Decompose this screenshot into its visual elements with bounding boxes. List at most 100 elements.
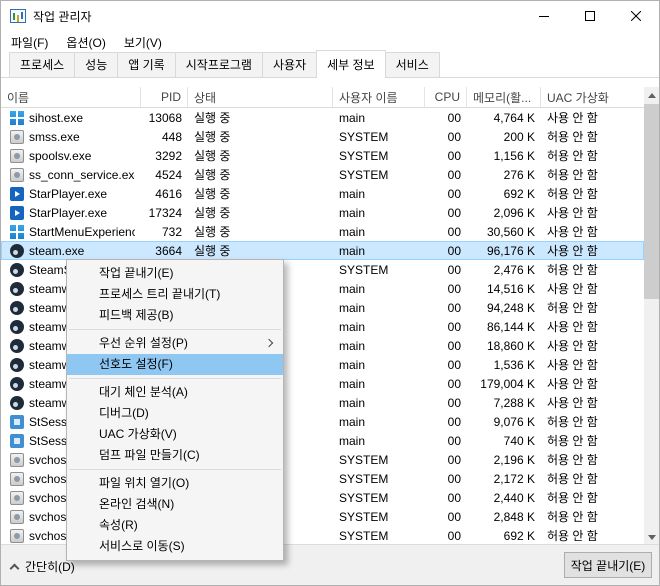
context-menu-item-end-task[interactable]: 작업 끝내기(E) [67,263,283,284]
cell-user: main [339,433,366,448]
cell-status: 실행 중 [194,168,231,182]
context-menu-item-set-priority[interactable]: 우선 순위 설정(P) [67,333,283,354]
cell-cpu: 00 [447,490,461,505]
cell-cpu: 00 [447,433,461,448]
cell-uac: 허용 안 함 [547,434,598,448]
tab-processes[interactable]: 프로세스 [9,52,76,77]
star-process-icon [10,186,24,201]
cell-memory: 1,156 K [493,148,535,163]
cell-cpu: 00 [447,224,461,239]
context-menu-item-debug[interactable]: 디버그(D) [67,403,283,424]
cell-uac: 허용 안 함 [547,529,598,543]
cell-cpu: 00 [447,414,461,429]
context-menu-item-search-online[interactable]: 온라인 검색(N) [67,494,283,515]
context-menu-item-set-affinity[interactable]: 선호도 설정(F) [67,354,283,375]
tab-services[interactable]: 서비스 [384,52,440,77]
process-row-4[interactable]: StarPlayer.exe 4616 실행 중 main 00 692 K 허용 안 함 [1,184,644,203]
cell-uac: 허용 안 함 [547,130,598,144]
menubar-item-options[interactable]: 옵션(O) [57,31,114,54]
column-header-status[interactable]: 상태 [188,87,333,107]
column-header-cpu[interactable]: CPU [425,87,467,107]
menubar-item-view[interactable]: 보기(V) [115,31,171,54]
context-menu-item-end-process-tree[interactable]: 프로세스 트리 끝내기(T) [67,284,283,305]
process-name: svchost [29,490,70,505]
app-process-icon [10,433,24,448]
process-row-1[interactable]: smss.exe 448 실행 중 SYSTEM 00 200 K 허용 안 함 [1,127,644,146]
column-header-user[interactable]: 사용자 이름 [333,87,425,107]
window-title: 작업 관리자 [33,9,92,24]
context-menu-item-create-dump-file[interactable]: 덤프 파일 만들기(C) [67,445,283,466]
process-row-2[interactable]: spoolsv.exe 3292 실행 중 SYSTEM 00 1,156 K 허용 안 함 [1,146,644,165]
process-row-3[interactable]: ss_conn_service.exe 4524 실행 중 SYSTEM 00 276 K… [1,165,644,184]
gear-process-icon [10,167,24,182]
menubar-item-file[interactable]: 파일(F) [2,31,57,54]
tab-details[interactable]: 세부 정보 [316,50,386,78]
cell-pid: 448 [161,129,182,144]
menu-separator [69,329,281,330]
column-header-name[interactable]: 이름 [1,87,141,107]
process-name: StarPlayer.exe [29,205,108,220]
cell-cpu: 00 [447,338,461,353]
column-header-memory[interactable]: 메모리(활... [467,87,541,107]
tab-startup[interactable]: 시작프로그램 [174,52,263,77]
cell-user: main [339,395,366,410]
cell-memory: 2,440 K [493,490,535,505]
process-name: steamw [29,357,71,372]
end-task-button[interactable]: 작업 끝내기(E) [564,552,652,578]
context-menu-item-analyze-wait-chain[interactable]: 대기 체인 분석(A) [67,382,283,403]
steam-process-icon [10,395,24,410]
column-header-uac[interactable]: UAC 가상화 [541,87,644,107]
cell-name: spoolsv.exe [1,148,141,163]
cell-memory: 2,476 K [493,262,535,277]
steam-process-icon [10,376,24,391]
scrollbar-thumb[interactable] [644,104,659,299]
process-name: StSess [29,414,68,429]
gear-process-icon [10,509,24,524]
context-menu: 작업 끝내기(E) 프로세스 트리 끝내기(T) 피드백 제공(B) 우선 순위 설정… [66,259,284,561]
cell-user: SYSTEM [339,509,389,524]
process-name: smss.exe [29,129,80,144]
process-name: sihost.exe [29,110,84,125]
cell-uac: 사용 안 함 [547,358,598,372]
cell-pid: 4616 [155,186,182,201]
cell-pid: 3664 [155,243,182,258]
cell-name: smss.exe [1,129,141,144]
steam-process-icon [10,281,24,296]
context-menu-item-go-to-services[interactable]: 서비스로 이동(S) [67,536,283,557]
cell-memory: 30,560 K [486,224,535,239]
process-row-0[interactable]: sihost.exe 13068 실행 중 main 00 4,764 K 사용 안 함 [1,108,644,127]
process-row-5[interactable]: StarPlayer.exe 17324 실행 중 main 00 2,096 K 사용 안… [1,203,644,222]
maximize-icon [585,11,595,21]
maximize-button[interactable] [567,1,613,31]
tab-users[interactable]: 사용자 [261,52,318,77]
cell-memory: 276 K [503,167,535,182]
close-button[interactable] [613,1,659,31]
context-menu-item-provide-feedback[interactable]: 피드백 제공(B) [67,305,283,326]
cell-cpu: 00 [447,528,461,543]
context-menu-item-open-file-location[interactable]: 파일 위치 열기(O) [67,473,283,494]
process-row-6[interactable]: StartMenuExperienc... 732 실행 중 main 00 30,560… [1,222,644,241]
cell-uac: 허용 안 함 [547,510,598,524]
cell-memory: 179,004 K [480,376,535,391]
column-header-pid[interactable]: PID [141,87,188,107]
process-name: steamw [29,376,71,391]
cell-cpu: 00 [447,186,461,201]
scroll-up-button[interactable] [644,87,659,104]
process-name: svchost [29,471,70,486]
minimize-button[interactable] [521,1,567,31]
cell-user: main [339,243,366,258]
context-menu-item-properties[interactable]: 속성(R) [67,515,283,536]
cell-user: main [339,281,366,296]
tab-performance[interactable]: 성능 [74,52,119,77]
process-row-7[interactable]: steam.exe 3664 실행 중 main 00 96,176 K 사용 안 함 [1,241,644,260]
cell-cpu: 00 [447,129,461,144]
tab-app-history[interactable]: 앱 기록 [117,52,176,77]
tab-bar: 프로세스 성능 앱 기록 시작프로그램 사용자 세부 정보 서비스 [1,50,659,78]
cell-status: 실행 중 [194,244,231,258]
cell-pid: 4524 [155,167,182,182]
submenu-arrow-icon [264,338,274,348]
context-menu-item-uac-virtualization[interactable]: UAC 가상화(V) [67,424,283,445]
cell-memory: 18,860 K [486,338,535,353]
cell-memory: 96,176 K [486,243,535,258]
cell-user: main [339,319,366,334]
